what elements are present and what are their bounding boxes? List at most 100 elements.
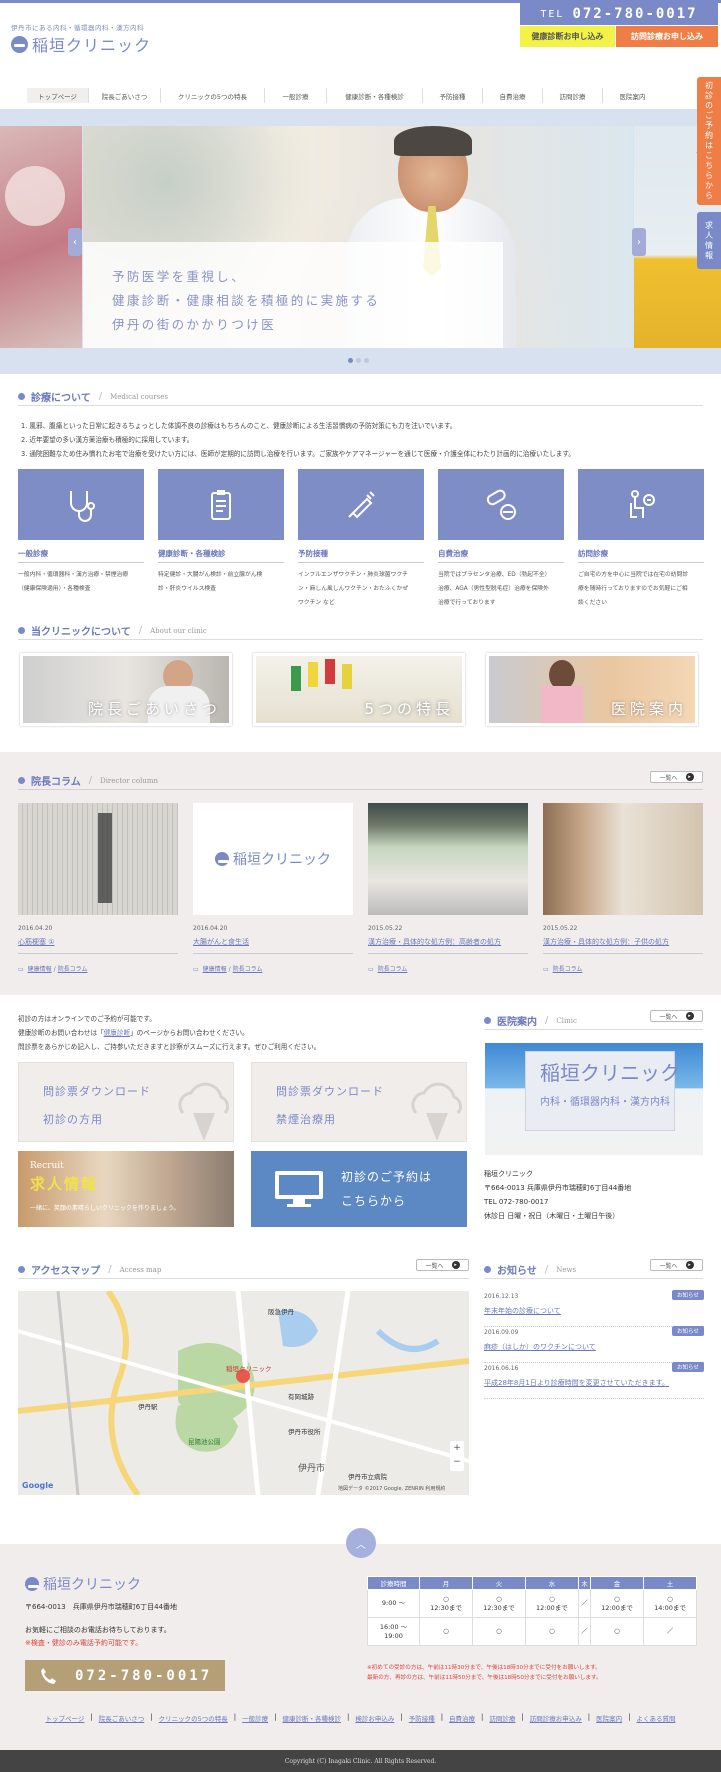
footer-logo[interactable]: 稲垣クリニック (25, 1574, 141, 1594)
bullet-icon (18, 393, 25, 400)
footer-link[interactable]: 予防接種 (409, 1713, 435, 1723)
column-item-2[interactable]: 稲垣クリニック 2016.04.20 大腸がんと食生活 ▭ 健康情報 / 院長コラム (193, 803, 353, 973)
news-link[interactable]: 年末年始の診療について (484, 1306, 704, 1327)
footer-link[interactable]: 院長ごあいさつ (99, 1713, 145, 1723)
footer-link[interactable]: 検診お申込み (355, 1713, 394, 1723)
news-badge: お知らせ (672, 1362, 704, 1372)
nav-home-visit[interactable]: 訪問診療 (542, 88, 602, 103)
news-link[interactable]: 平成28年8月1日より診療時間を変更させていただきます。 (484, 1378, 704, 1399)
waiting-room-image (368, 803, 528, 915)
hero-prev-arrow-icon[interactable]: ‹ (68, 228, 82, 256)
side-tab-recruit[interactable]: 求人情報 (697, 212, 721, 269)
nav-general[interactable]: 一般診療 (264, 88, 326, 103)
clinic-map-marker[interactable]: 稲垣クリニック (226, 1363, 272, 1373)
footer-note-2: ※検査・健診のみ電話予約可能です。 (25, 1639, 143, 1647)
nav-checkup[interactable]: 健康診断・各種検診 (326, 88, 422, 103)
access-map[interactable]: 伊丹市 伊丹駅 阪急伊丹 伊丹市立病院 昆陽池公園 有岡城跡 稲垣クリニック 伊… (18, 1291, 469, 1495)
cloud-download-icon (178, 1082, 230, 1141)
footer-link[interactable]: 健康診断・各種検診 (282, 1713, 341, 1723)
logo-image: 稲垣クリニック (193, 803, 353, 915)
news-link[interactable]: 麻疹（はしか）のワクチンについて (484, 1342, 704, 1363)
bullet-icon (18, 777, 25, 784)
nav-vaccine[interactable]: 予防接種 (422, 88, 482, 103)
access-more-button[interactable]: 一覧へ ▸ (416, 1259, 469, 1271)
health-check-apply-button[interactable]: 健康診断お申し込み (520, 26, 615, 47)
footer-link[interactable]: 医院案内 (596, 1713, 622, 1723)
nav-greeting[interactable]: 院長ごあいさつ (88, 88, 160, 103)
hero-dot-1[interactable] (348, 358, 353, 363)
column-item-4[interactable]: 2015.05.22 漢方治療・具体的な処方例：子供の処方 ▭ 院長コラム (543, 803, 703, 973)
tagline: 伊丹市にある内科・循環器内科・漢方内科 (11, 24, 144, 32)
google-logo: Google (22, 1481, 54, 1490)
folder-icon: ▭ (543, 966, 551, 973)
news-item-1[interactable]: 2016.12.13 お知らせ 年末年始の診療について (484, 1290, 704, 1327)
column-item-3[interactable]: 2015.05.22 漢方治療・具体的な処方例：高齢者の処方 ▭ 院長コラム (368, 803, 528, 973)
phone-icon (41, 1667, 56, 1684)
download-questionnaire-smoking[interactable]: 問診票ダウンロード 禁煙治療用 (251, 1062, 467, 1142)
first-visit-reserve-banner[interactable]: 初診のご予約は こちらから (251, 1151, 467, 1227)
home-care-icon (630, 489, 655, 518)
site-logo[interactable]: 稲垣クリニック (11, 32, 151, 56)
folder-icon: ▭ (18, 966, 26, 973)
logo-text: 稲垣クリニック (32, 36, 152, 55)
logo-mark-icon (11, 35, 28, 53)
footer-link[interactable]: よくある質問 (636, 1713, 675, 1723)
hero-dot-2[interactable] (356, 358, 361, 363)
nav-self-pay[interactable]: 自費治療 (482, 88, 542, 103)
about-card-features[interactable]: 5つの特長 (253, 653, 465, 726)
nav-top[interactable]: トップページ (27, 88, 88, 103)
clinic-address-block: 稲垣クリニック 〒664-0013 兵庫県伊丹市瑞穂町6丁目44番地 TEL 0… (484, 1170, 632, 1220)
about-card-greeting[interactable]: 院長ごあいさつ (20, 653, 232, 726)
firstvisit-line-2: 健康診断のお問い合わせは「健康診断」のページからお問い合わせください。 (18, 1029, 249, 1037)
download-questionnaire-first[interactable]: 問診票ダウンロード 初診の方用 (18, 1062, 234, 1142)
news-item-3[interactable]: 2016.06.16 お知らせ 平成28年8月1日より診療時間を変更させていただ… (484, 1362, 704, 1399)
hero-caption-panel: 予防医学を重視し、 健康診断・健康相談を積極的に実施する 伊丹の街のかかりつけ医 (83, 242, 503, 348)
footer-link[interactable]: 自費治療 (449, 1713, 475, 1723)
hero-next-arrow-icon[interactable]: › (632, 228, 646, 256)
back-to-top-icon[interactable]: ︿ (346, 1528, 376, 1558)
recruit-banner[interactable]: Recruit 求人情報 一緒に、笑顔の素晴らしいクリニックを作りましょう。 (18, 1151, 234, 1227)
footer-link[interactable]: クリニックの5つの特長 (159, 1713, 228, 1723)
logo-mark-icon (215, 852, 229, 866)
news-item-2[interactable]: 2016.09.09 お知らせ 麻疹（はしか）のワクチンについて (484, 1326, 704, 1363)
hero-line-3: 伊丹の街のかかりつけ医 (112, 317, 277, 332)
hero-dot-3[interactable] (364, 358, 369, 363)
health-check-link[interactable]: 健康診断 (104, 1029, 130, 1037)
hours-row-am: 9:00 〜 ○ 12:30まで ○ 12:30まで ○ 12:00まで ／ ○… (367, 1589, 697, 1618)
service-card-general[interactable]: 一般診療 一般内科・循環器科・漢方治療・禁煙治療 （健康保険適用）・各種検査 (18, 469, 144, 596)
home-visit-apply-button[interactable]: 訪問診療お申し込み (616, 26, 718, 47)
column-link[interactable]: 漢方治療・具体的な処方例：高齢者の処方 (368, 937, 528, 954)
footer-links: トップページ | 院長ごあいさつ | クリニックの5つの特長 | 一般診療 | 健康診断… (45, 1713, 676, 1723)
service-card-vaccine[interactable]: 予防接種 インフルエンザワクチン・肺炎球菌ワクチ ン・麻しん風しんワクチン・おたふ… (298, 469, 424, 610)
column-link[interactable]: 大腸がんと食生活 (193, 937, 353, 954)
header-tel[interactable]: TEL 072-780-0017 (520, 3, 718, 25)
section-title-medical: 診療について / Medical courses (18, 389, 168, 404)
side-tab-reserve[interactable]: 初診のご予約はこちらから (697, 77, 721, 205)
site-header: 伊丹市にある内科・循環器内科・漢方内科 稲垣クリニック TEL 072-780-… (0, 3, 721, 71)
about-card-clinic[interactable]: 医院案内 (486, 653, 698, 726)
stethoscope-icon (70, 490, 95, 522)
nav-features[interactable]: クリニックの5つの特長 (160, 88, 264, 103)
footer-link[interactable]: 訪問診療 (489, 1713, 515, 1723)
service-card-home-visit[interactable]: 訪問診療 ご自宅の方を中心に当院では在宅の訪問診 療を随時行っておりますのでお気軽… (578, 469, 704, 610)
column-link[interactable]: 漢方治療・具体的な処方例：子供の処方 (543, 937, 703, 954)
hours-row-pm: 16:00 〜 19:00 ○ ○ ○ ／ ○ ／ (367, 1617, 697, 1646)
folder-icon: ▭ (368, 966, 376, 973)
bullet-icon (18, 1266, 25, 1273)
clinic-more-button[interactable]: 一覧へ ▸ (650, 1010, 703, 1022)
nav-clinic-info[interactable]: 医院案内 (602, 88, 662, 103)
column-link[interactable]: 心筋梗塞 ① (18, 937, 178, 954)
column-more-button[interactable]: 一覧へ ▸ (650, 771, 703, 783)
footer-link[interactable]: 一般診療 (242, 1713, 268, 1723)
hours-table: 診療時間 月 火 水 木 金 土 9:00 〜 ○ 12:30まで ○ 12:3… (367, 1576, 697, 1646)
zoom-controls[interactable]: + − (450, 1441, 464, 1471)
service-card-checkup[interactable]: 健康診断・各種検診 特定健診・大腸がん検診・前立腺がん検 診・肝炎ウイルス検査 (158, 469, 284, 596)
footer-link[interactable]: トップページ (46, 1713, 85, 1723)
service-card-self-pay[interactable]: 自費治療 当院ではプラセンタ治療、ED（勃起不全） 治療、AGA（男性型脱毛症）治… (438, 469, 564, 610)
footer-tel-button[interactable]: 072-780-0017 (25, 1660, 225, 1691)
footer-link[interactable]: 訪問診療お申込み (530, 1713, 582, 1723)
news-more-button[interactable]: 一覧へ ▸ (650, 1259, 703, 1271)
clipboard-icon (211, 489, 231, 520)
column-item-1[interactable]: 2016.04.20 心筋梗塞 ① ▭ 健康情報 / 院長コラム (18, 803, 178, 973)
footer-address: 〒664-0013 兵庫県伊丹市瑞穂町6丁目44番地 (25, 1603, 178, 1611)
